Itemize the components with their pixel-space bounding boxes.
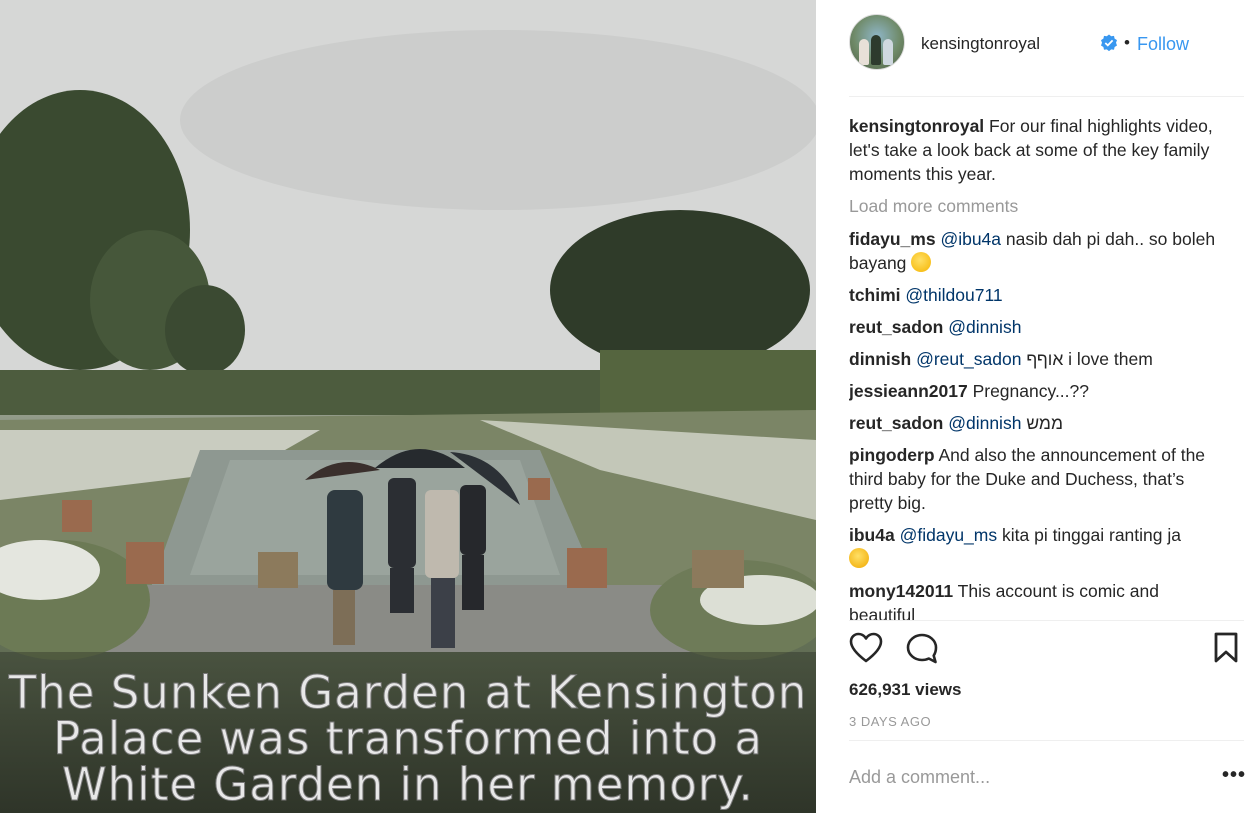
comment-item: jessieann2017 Pregnancy...?? [849, 379, 1229, 403]
video-caption-overlay: The Sunken Garden at Kensington Palace w… [0, 652, 816, 813]
avatar[interactable] [849, 14, 905, 70]
comment-username[interactable]: tchimi [849, 285, 901, 305]
post-caption: kensingtonroyal For our final highlights… [849, 114, 1229, 186]
post-username[interactable]: kensingtonroyal [921, 34, 1040, 54]
heart-icon[interactable] [849, 632, 883, 664]
comment-text: Pregnancy...?? [972, 381, 1089, 401]
comment-text: ממש [1021, 413, 1063, 433]
comment-item: reut_sadon @dinnish ממש [849, 411, 1229, 435]
caption-username[interactable]: kensingtonroyal [849, 116, 984, 136]
comment-mention[interactable]: @fidayu_ms [900, 525, 998, 545]
comment-icon[interactable] [905, 632, 939, 666]
comment-username[interactable]: fidayu_ms [849, 229, 936, 249]
comment-mention[interactable]: @dinnish [948, 413, 1021, 433]
comment-item: fidayu_ms @ibu4a nasib dah pi dah.. so b… [849, 227, 1229, 275]
post-video[interactable]: The Sunken Garden at Kensington Palace w… [0, 0, 816, 813]
sweat-smile-face-emoji-icon [849, 548, 869, 568]
video-caption-line-3: White Garden in her memory. [62, 758, 754, 812]
comment-item: mony142011 This account is comic and bea… [849, 579, 1229, 620]
comment-username[interactable]: pingoderp [849, 445, 935, 465]
post-timestamp: 3 DAYS AGO [849, 714, 932, 729]
comments-list[interactable]: kensingtonroyal For our final highlights… [849, 114, 1229, 620]
view-count[interactable]: 626,931 views [849, 680, 961, 700]
add-comment-input[interactable] [849, 767, 1209, 788]
comment-item: ibu4a @fidayu_ms kita pi tinggai ranting… [849, 523, 1229, 571]
more-options-button[interactable]: ••• [1222, 764, 1246, 787]
comments-divider [849, 620, 1244, 621]
action-bar [849, 632, 1239, 668]
comment-username[interactable]: dinnish [849, 349, 911, 369]
separator-dot: • [1124, 33, 1130, 52]
grinning-face-emoji-icon [911, 252, 932, 272]
comment-text: אוףף i love them [1021, 349, 1153, 369]
comment-item: pingoderp And also the announcement of t… [849, 443, 1229, 515]
comment-item: reut_sadon @dinnish [849, 315, 1229, 339]
footer-divider [849, 740, 1244, 741]
verified-badge-icon [1101, 34, 1117, 52]
comment-mention[interactable]: @reut_sadon [916, 349, 1021, 369]
bookmark-icon[interactable] [1213, 632, 1239, 664]
comment-item: dinnish @reut_sadon אוףף i love them [849, 347, 1229, 371]
comment-mention[interactable]: @ibu4a [940, 229, 1001, 249]
comment-username[interactable]: jessieann2017 [849, 381, 968, 401]
comment-mention[interactable]: @thildou711 [905, 285, 1002, 305]
load-more-comments-button[interactable]: Load more comments [849, 194, 1229, 218]
comment-text: kita pi tinggai ranting ja [997, 525, 1181, 545]
comment-username[interactable]: ibu4a [849, 525, 895, 545]
comment-username[interactable]: reut_sadon [849, 317, 943, 337]
follow-button[interactable]: Follow [1137, 34, 1189, 55]
comment-item: tchimi @thildou711 [849, 283, 1229, 307]
post-header: kensingtonroyal • Follow [849, 14, 1229, 70]
comment-username[interactable]: mony142011 [849, 581, 953, 601]
header-divider [849, 96, 1244, 97]
comment-username[interactable]: reut_sadon [849, 413, 943, 433]
comment-mention[interactable]: @dinnish [948, 317, 1021, 337]
post-side-panel: kensingtonroyal • Follow kensingtonroyal… [816, 0, 1246, 813]
